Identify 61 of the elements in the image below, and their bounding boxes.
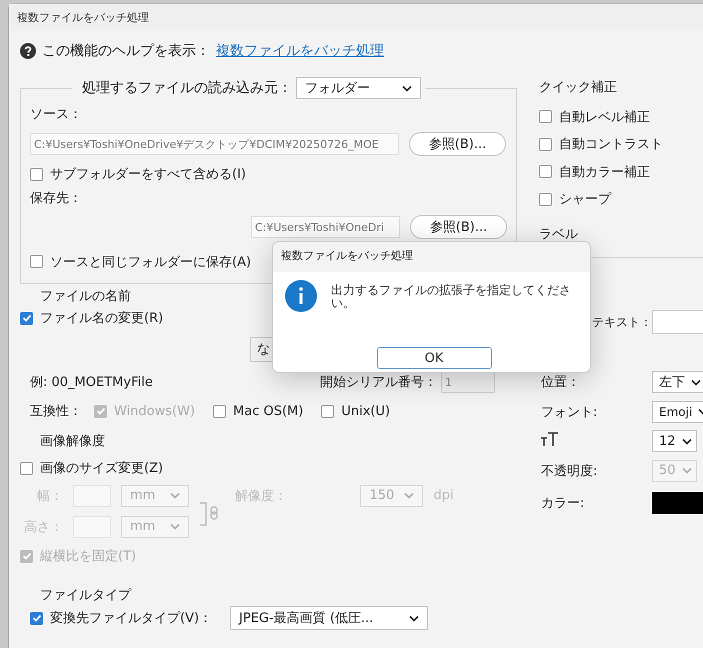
source-path-field[interactable]: C:¥Users¥Toshi¥OneDrive¥デスクトップ¥DCIM¥20250726_MOE	[30, 133, 399, 155]
checkmark-icon	[96, 406, 106, 416]
link-bracket-icon	[199, 501, 221, 527]
color-label: カラー:	[541, 495, 586, 512]
quick-fix-checkbox[interactable]: 自動コントラスト	[539, 135, 663, 154]
color-swatch[interactable]	[652, 492, 703, 514]
position-label: 位置：	[541, 374, 581, 391]
font-size-dropdown[interactable]: 12	[652, 430, 697, 452]
label-text-label: テキスト：	[592, 314, 652, 330]
checkmark-icon	[22, 551, 32, 561]
width-label: 幅：	[36, 488, 63, 504]
rename-checkbox[interactable]: ファイル名の変更(R)	[20, 309, 164, 327]
compatibility-label: 互換性：	[30, 403, 82, 420]
font-label: フォント:	[541, 404, 598, 420]
dialog-message: 出力するファイルの拡張子を指定してください。	[331, 282, 572, 310]
quick-fix-checkbox[interactable]: 自動レベル補正	[539, 108, 650, 126]
file-type-dropdown[interactable]: JPEG-最高画質 (低圧...	[230, 606, 428, 630]
quick-fix-checkbox[interactable]: シャープ	[539, 190, 611, 208]
help-link[interactable]: 複数ファイルをバッチ処理	[216, 42, 384, 60]
chevron-down-icon	[409, 614, 420, 622]
dialog-title: 複数ファイルをバッチ処理	[273, 242, 590, 272]
label-text-field[interactable]	[652, 310, 703, 334]
ok-button[interactable]: OK	[376, 347, 492, 369]
checkmark-icon	[32, 613, 42, 623]
section-heading: ファイルタイプ	[39, 587, 131, 604]
chevron-down-icon	[682, 438, 692, 444]
quick-fix-checkbox[interactable]: 自動カラー補正	[539, 162, 650, 181]
window-title: 複数ファイルをバッチ処理	[9, 4, 703, 31]
help-icon	[20, 43, 36, 59]
example-text: 例: 00_MOETMyFile	[30, 374, 154, 391]
compatibility-checkbox[interactable]: Mac OS(M)	[213, 404, 304, 418]
chevron-down-icon	[691, 378, 701, 386]
height-label: 高さ：	[23, 518, 63, 536]
browse-button[interactable]: 参照(B)...	[410, 215, 507, 239]
position-dropdown[interactable]: 左下	[652, 371, 703, 393]
opacity-label: 不透明度:	[541, 462, 598, 480]
source-label: ソース：	[30, 106, 83, 124]
chevron-down-icon	[682, 467, 692, 474]
chevron-down-icon	[170, 492, 180, 499]
checkmark-icon	[22, 313, 32, 323]
chevron-down-icon	[402, 84, 412, 92]
resolution-label: 解像度：	[235, 488, 288, 504]
font-dropdown[interactable]: Emoji	[652, 400, 703, 422]
section-heading: クイック補正	[539, 79, 618, 97]
serial-label: 開始シリアル番号：	[320, 374, 437, 391]
destination-path-field[interactable]: C:¥Users¥Toshi¥OneDri	[251, 216, 400, 238]
section-heading: 画像解像度	[39, 433, 105, 451]
include-subfolders-checkbox[interactable]: サブフォルダーをすべて含める(I)	[30, 165, 246, 183]
browse-button[interactable]: 参照(B)...	[409, 132, 506, 156]
resolution-unit: dpi	[433, 488, 455, 503]
help-text: この機能のヘルプを表示：	[42, 42, 210, 60]
info-icon	[285, 280, 317, 312]
section-heading: ラベル	[539, 226, 579, 243]
chevron-down-icon	[404, 492, 414, 499]
compatibility-checkbox[interactable]: Unix(U)	[321, 404, 390, 418]
section-heading: ファイルの名前	[39, 288, 131, 306]
chevron-down-icon	[170, 523, 180, 530]
destination-label: 保存先：	[30, 190, 83, 208]
same-folder-checkbox[interactable]: ソースと同じフォルダーに保存(A)	[30, 252, 252, 270]
convert-type-checkbox[interactable]: 変換先ファイルタイプ(V)：	[30, 609, 212, 627]
font-size-icon	[541, 432, 559, 446]
